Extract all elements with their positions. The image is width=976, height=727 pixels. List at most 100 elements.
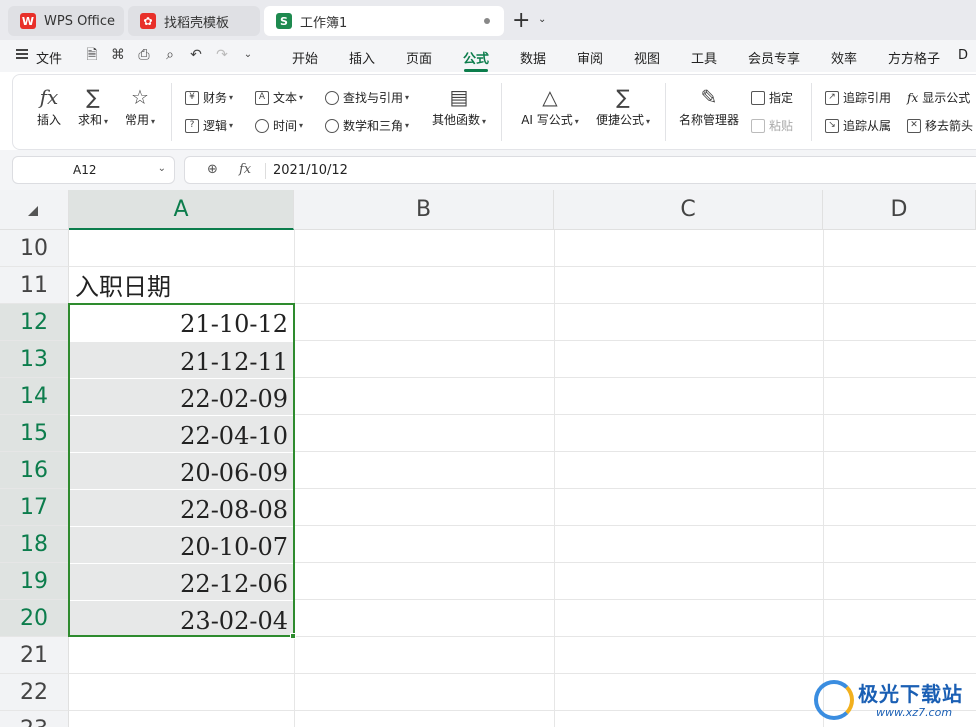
menu-formula[interactable]: 公式	[463, 48, 489, 67]
row-header[interactable]: 10	[0, 230, 69, 267]
select-all-corner[interactable]	[0, 190, 69, 230]
cell-a20[interactable]: 23-02-04	[69, 600, 294, 637]
cell-a14[interactable]: 22-02-09	[69, 378, 294, 415]
site-watermark: 极光下载站 www.xz7.com	[814, 676, 976, 727]
save-icon[interactable]: 🗎	[84, 47, 100, 63]
cell-a13[interactable]: 21-12-11	[69, 341, 294, 378]
column-header-c[interactable]: C	[554, 190, 823, 230]
redo-icon[interactable]: ↷	[214, 47, 230, 63]
spreadsheet-logo-icon: S	[276, 13, 292, 29]
column-header-a[interactable]: A	[69, 190, 294, 230]
site-logo-icon	[814, 680, 854, 720]
math-button[interactable]: 数学和三角 ▾	[325, 117, 409, 134]
column-header-d[interactable]: D	[823, 190, 976, 230]
active-tab-indicator	[464, 69, 488, 72]
name-box[interactable]: A12 ⌄	[12, 156, 175, 184]
cell-a18[interactable]: 20-10-07	[69, 526, 294, 563]
row-header[interactable]: 18	[0, 526, 69, 563]
menu-review[interactable]: 审阅	[577, 48, 603, 67]
ai-formula-button[interactable]: △ AI 写公式 ▾	[517, 83, 583, 128]
trace-dependents-button[interactable]: ↘ 追踪从属	[825, 117, 891, 134]
gridline	[823, 230, 824, 727]
row-header[interactable]: 22	[0, 674, 69, 711]
show-formulas-button[interactable]: fx 显示公式	[907, 89, 970, 106]
tab-workbook[interactable]: S 工作簿1	[264, 6, 504, 36]
trace-precedents-button[interactable]: ↗ 追踪引用	[825, 89, 891, 106]
chevron-down-icon[interactable]: ⌄	[158, 163, 166, 174]
row-header[interactable]: 12	[0, 304, 69, 341]
other-functions-button[interactable]: ▤ 其他函数 ▾	[427, 83, 491, 128]
sigma-icon: ∑	[86, 85, 100, 109]
formula-input[interactable]: ⊕ fx 2021/10/12	[184, 156, 976, 184]
chevron-down-icon[interactable]: ⌄	[538, 14, 546, 25]
row-header[interactable]: 13	[0, 341, 69, 378]
export-icon[interactable]: ⌘	[110, 47, 126, 63]
print-icon[interactable]: ⎙	[136, 47, 152, 63]
text-icon: A	[255, 90, 269, 105]
name-manager-button[interactable]: ✎ 名称管理器	[677, 83, 741, 128]
cell-a11[interactable]: 入职日期	[69, 267, 294, 304]
menu-view[interactable]: 视图	[634, 48, 660, 67]
tab-wps-office[interactable]: W WPS Office	[8, 6, 124, 36]
row-header[interactable]: 14	[0, 378, 69, 415]
quick-formula-button[interactable]: ∑ 便捷公式 ▾	[591, 83, 655, 128]
trace-dependents-icon: ↘	[825, 118, 839, 133]
row-header[interactable]: 23	[0, 711, 69, 727]
spreadsheet-grid[interactable]: A B C D 10 11 12 13 14 15 16 17 18 19 20…	[0, 190, 976, 727]
menu-more[interactable]: D	[958, 48, 968, 63]
remove-arrows-icon: ✕	[907, 118, 921, 133]
ribbon-divider	[665, 83, 666, 141]
menu-efficiency[interactable]: 效率	[831, 48, 857, 67]
time-functions-button[interactable]: 时间 ▾	[255, 117, 303, 134]
watermark-url: www.xz7.com	[876, 706, 953, 719]
common-functions-button[interactable]: ☆ 常用 ▾	[119, 83, 161, 128]
docer-logo-icon: ✿	[140, 13, 156, 29]
row-header[interactable]: 15	[0, 415, 69, 452]
tab-label: 找稻壳模板	[164, 15, 230, 31]
cell-a17[interactable]: 22-08-08	[69, 489, 294, 526]
row-header[interactable]: 16	[0, 452, 69, 489]
zoom-icon[interactable]: ⊕	[207, 162, 218, 177]
column-header-b[interactable]: B	[294, 190, 554, 230]
row-header[interactable]: 20	[0, 600, 69, 637]
row-header[interactable]: 11	[0, 267, 69, 304]
fx-icon[interactable]: fx	[239, 162, 251, 177]
lookup-button[interactable]: 查找与引用 ▾	[325, 89, 409, 106]
menu-bar: 文件 🗎 ⌘ ⎙ ⌕ ↶ ↷ ⌄ 开始 插入 页面 公式 数据 审阅 视图 工具…	[0, 40, 976, 72]
cell-a15[interactable]: 22-04-10	[69, 415, 294, 452]
menu-file[interactable]: 文件	[36, 48, 62, 67]
fill-handle[interactable]	[290, 633, 296, 639]
menu-member[interactable]: 会员专享	[748, 48, 800, 67]
tab-label: 工作簿1	[300, 15, 348, 31]
cell-a16[interactable]: 20-06-09	[69, 452, 294, 489]
tab-template[interactable]: ✿ 找稻壳模板	[128, 6, 260, 36]
menu-data[interactable]: 数据	[520, 48, 546, 67]
quick-sum-icon: ∑	[616, 85, 630, 109]
quick-access-more-icon[interactable]: ⌄	[240, 47, 256, 63]
assign-name-button[interactable]: 指定	[751, 89, 793, 106]
cell-a19[interactable]: 22-12-06	[69, 563, 294, 600]
print-preview-icon[interactable]: ⌕	[162, 47, 178, 63]
new-tab-plus-icon[interactable]: +	[512, 8, 530, 33]
row-header[interactable]: 21	[0, 637, 69, 674]
show-formula-fx-icon: fx	[907, 90, 919, 105]
cell-a12[interactable]: 21-10-12	[69, 304, 294, 341]
logic-button[interactable]: ? 逻辑 ▾	[185, 117, 233, 134]
menu-insert[interactable]: 插入	[349, 48, 375, 67]
remove-arrows-button[interactable]: ✕ 移去箭头	[907, 117, 973, 134]
text-functions-button[interactable]: A 文本 ▾	[255, 89, 303, 106]
menu-fangfang[interactable]: 方方格子	[888, 48, 940, 67]
menu-page[interactable]: 页面	[406, 48, 432, 67]
finance-button[interactable]: ¥ 财务 ▾	[185, 89, 233, 106]
paste-name-button[interactable]: 粘贴	[751, 117, 793, 134]
row-header[interactable]: 17	[0, 489, 69, 526]
formula-value: 2021/10/12	[273, 163, 348, 178]
menu-home[interactable]: 开始	[292, 48, 318, 67]
gridline	[69, 673, 976, 674]
row-header[interactable]: 19	[0, 563, 69, 600]
hamburger-menu-icon[interactable]	[16, 49, 28, 59]
autosum-button[interactable]: ∑ 求和 ▾	[75, 83, 111, 128]
menu-tools[interactable]: 工具	[691, 48, 717, 67]
insert-function-button[interactable]: fx 插入	[31, 83, 67, 128]
undo-icon[interactable]: ↶	[188, 47, 204, 63]
